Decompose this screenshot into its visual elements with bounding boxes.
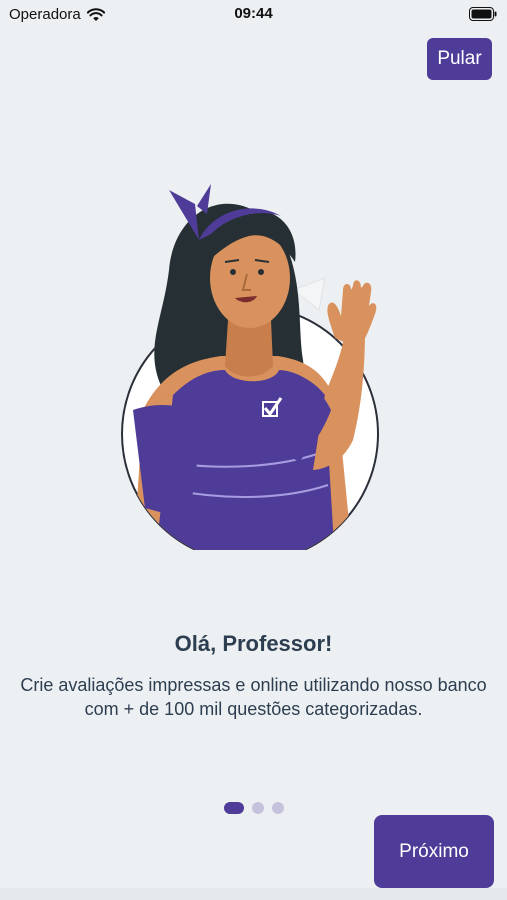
page-dot-1[interactable] bbox=[223, 802, 244, 814]
bottom-strip bbox=[0, 888, 507, 900]
battery-icon bbox=[469, 7, 497, 21]
onboarding-title: Olá, Professor! bbox=[174, 631, 333, 656]
skip-button[interactable]: Pular bbox=[427, 38, 492, 80]
clock: 09:44 bbox=[234, 5, 273, 22]
next-button[interactable]: Próximo bbox=[374, 815, 494, 888]
page-indicator bbox=[0, 802, 507, 814]
page-dot-3[interactable] bbox=[271, 802, 284, 814]
onboarding-description: Crie avaliações impressas e online utili… bbox=[20, 675, 487, 719]
teacher-waving-illustration bbox=[121, 184, 379, 550]
page-dot-2[interactable] bbox=[251, 802, 264, 814]
status-bar: Operadora 09:44 bbox=[0, 0, 507, 28]
